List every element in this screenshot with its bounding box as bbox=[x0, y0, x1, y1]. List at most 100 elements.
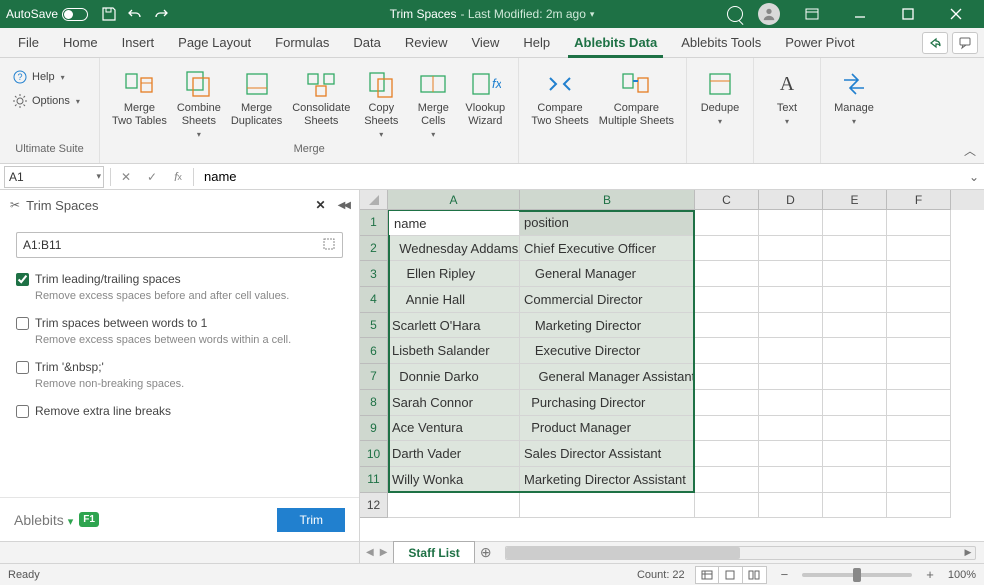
cell[interactable]: Annie Hall bbox=[388, 287, 520, 313]
cell[interactable] bbox=[887, 467, 951, 493]
row-header[interactable]: 10 bbox=[360, 441, 388, 467]
select-range-icon[interactable] bbox=[322, 237, 336, 254]
help-button[interactable]: ?Help▾ bbox=[8, 66, 84, 88]
fx-icon[interactable]: fx bbox=[165, 166, 191, 188]
comments-button[interactable] bbox=[952, 32, 978, 54]
zoom-slider[interactable] bbox=[802, 573, 912, 577]
merge-duplicates-button[interactable]: Merge Duplicates bbox=[227, 66, 286, 130]
cell[interactable] bbox=[759, 261, 823, 287]
row-header[interactable]: 1 bbox=[360, 210, 388, 236]
row-header[interactable]: 9 bbox=[360, 416, 388, 442]
cell[interactable] bbox=[695, 287, 759, 313]
cell[interactable] bbox=[823, 261, 887, 287]
cell[interactable]: Ellen Ripley bbox=[388, 261, 520, 287]
formula-input[interactable] bbox=[196, 166, 964, 188]
vlookup-wizard-button[interactable]: fxVlookup Wizard bbox=[460, 66, 510, 130]
row-header[interactable]: 12 bbox=[360, 493, 388, 519]
redo-icon[interactable] bbox=[150, 3, 172, 25]
tab-insert[interactable]: Insert bbox=[110, 28, 167, 58]
cell[interactable] bbox=[759, 210, 823, 236]
normal-view-button[interactable] bbox=[695, 566, 719, 584]
col-header-E[interactable]: E bbox=[823, 190, 887, 210]
cell[interactable] bbox=[695, 261, 759, 287]
chevron-down-icon[interactable]: ▾ bbox=[96, 171, 101, 182]
cell[interactable] bbox=[695, 313, 759, 339]
cell[interactable] bbox=[759, 236, 823, 262]
tab-view[interactable]: View bbox=[459, 28, 511, 58]
row-header[interactable]: 4 bbox=[360, 287, 388, 313]
row-header[interactable]: 5 bbox=[360, 313, 388, 339]
cell[interactable] bbox=[887, 441, 951, 467]
trim-leading-trailing-checkbox[interactable]: Trim leading/trailing spaces bbox=[16, 272, 343, 286]
cell[interactable]: Darth Vader bbox=[388, 441, 520, 467]
row-header[interactable]: 8 bbox=[360, 390, 388, 416]
zoom-level[interactable]: 100% bbox=[948, 569, 976, 581]
save-icon[interactable] bbox=[98, 3, 120, 25]
ribbon-display-icon[interactable] bbox=[790, 0, 834, 28]
cell[interactable] bbox=[520, 493, 695, 519]
cell[interactable] bbox=[695, 416, 759, 442]
f1-badge[interactable]: F1 bbox=[79, 512, 99, 527]
cell[interactable] bbox=[823, 390, 887, 416]
maximize-button[interactable] bbox=[886, 0, 930, 28]
cell[interactable] bbox=[887, 313, 951, 339]
enter-formula-icon[interactable]: ✓ bbox=[139, 166, 165, 188]
merge-two-tables-button[interactable]: Merge Two Tables bbox=[108, 66, 171, 130]
scroll-right-icon[interactable]: ▶ bbox=[961, 547, 975, 559]
cell[interactable] bbox=[695, 210, 759, 236]
col-header-B[interactable]: B bbox=[520, 190, 695, 210]
horizontal-scrollbar[interactable]: ◀ ▶ bbox=[505, 546, 976, 560]
cell[interactable]: Purchasing Director bbox=[520, 390, 695, 416]
cell[interactable] bbox=[887, 338, 951, 364]
cell[interactable]: name bbox=[388, 210, 520, 236]
cell[interactable] bbox=[887, 493, 951, 519]
cell[interactable] bbox=[759, 364, 823, 390]
cell[interactable] bbox=[695, 467, 759, 493]
cell[interactable] bbox=[759, 467, 823, 493]
cell[interactable] bbox=[823, 338, 887, 364]
cell[interactable] bbox=[695, 441, 759, 467]
col-header-F[interactable]: F bbox=[887, 190, 951, 210]
cell[interactable] bbox=[695, 338, 759, 364]
cell[interactable]: Scarlett O'Hara bbox=[388, 313, 520, 339]
cell[interactable] bbox=[695, 390, 759, 416]
zoom-in-button[interactable]: + bbox=[922, 567, 938, 582]
row-header[interactable]: 11 bbox=[360, 467, 388, 493]
cell[interactable]: Chief Executive Officer bbox=[520, 236, 695, 262]
cell[interactable] bbox=[823, 210, 887, 236]
trim-between-words-checkbox[interactable]: Trim spaces between words to 1 bbox=[16, 316, 343, 330]
page-layout-view-button[interactable] bbox=[719, 566, 743, 584]
cell[interactable]: Ace Ventura bbox=[388, 416, 520, 442]
cell[interactable]: Marketing Director Assistant bbox=[520, 467, 695, 493]
autosave-toggle[interactable]: AutoSave bbox=[6, 7, 88, 21]
search-icon[interactable] bbox=[724, 3, 746, 25]
cell[interactable]: Willy Wonka bbox=[388, 467, 520, 493]
consolidate-sheets-button[interactable]: Consolidate Sheets bbox=[288, 66, 354, 130]
cell[interactable]: Executive Director bbox=[520, 338, 695, 364]
tab-powerpivot[interactable]: Power Pivot bbox=[773, 28, 866, 58]
compare-multiple-sheets-button[interactable]: Compare Multiple Sheets bbox=[595, 66, 678, 130]
cell[interactable]: General Manager bbox=[520, 261, 695, 287]
new-sheet-button[interactable]: ⊕ bbox=[475, 542, 497, 563]
col-header-C[interactable]: C bbox=[695, 190, 759, 210]
cell[interactable] bbox=[759, 493, 823, 519]
sheet-nav-prev-icon[interactable]: ◀ bbox=[366, 547, 374, 558]
cell[interactable]: Donnie Darko bbox=[388, 364, 520, 390]
cell[interactable]: Sales Director Assistant bbox=[520, 441, 695, 467]
range-input[interactable]: A1:B11 bbox=[16, 232, 343, 258]
close-panel-icon[interactable]: ✕ bbox=[316, 198, 326, 212]
col-header-A[interactable]: A bbox=[388, 190, 520, 210]
cell[interactable] bbox=[695, 364, 759, 390]
cell[interactable] bbox=[759, 313, 823, 339]
remove-line-breaks-checkbox[interactable]: Remove extra line breaks bbox=[16, 404, 343, 418]
cell[interactable] bbox=[887, 287, 951, 313]
close-button[interactable] bbox=[934, 0, 978, 28]
zoom-out-button[interactable]: − bbox=[777, 567, 793, 582]
cell[interactable] bbox=[759, 287, 823, 313]
cell[interactable] bbox=[759, 338, 823, 364]
copy-sheets-button[interactable]: Copy Sheets▾ bbox=[356, 66, 406, 141]
cell[interactable] bbox=[887, 390, 951, 416]
cell[interactable]: Product Manager bbox=[520, 416, 695, 442]
select-all-corner[interactable] bbox=[360, 190, 388, 210]
last-modified[interactable]: - Last Modified: 2m ago bbox=[460, 7, 585, 21]
